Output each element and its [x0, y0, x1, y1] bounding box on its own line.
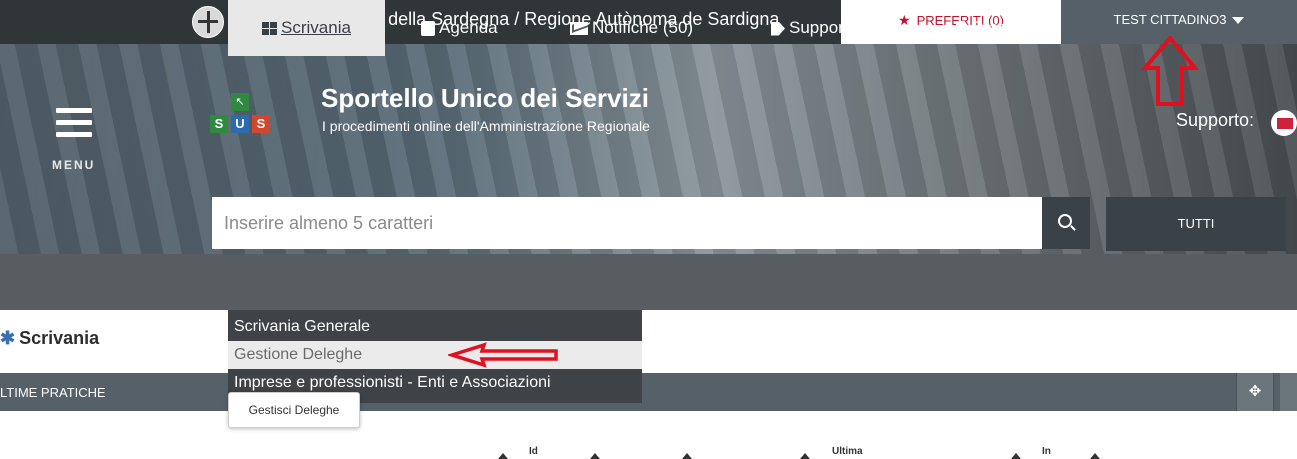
envelope-icon	[570, 22, 588, 36]
menu-item-scrivania-generale[interactable]: Scrivania Generale	[228, 313, 642, 341]
sort-icon[interactable]	[800, 453, 810, 459]
section-label: LTIME PRATICHE	[0, 385, 106, 400]
logo-letter: S	[252, 115, 270, 133]
dashboard-icon	[262, 21, 278, 36]
document-icon	[956, 21, 968, 37]
sus-logo[interactable]: ↖ S U S	[210, 93, 280, 143]
tab-supporto[interactable]: Supporto (0)	[771, 0, 884, 56]
hamburger-bar	[56, 108, 92, 113]
search-button[interactable]	[1042, 197, 1090, 249]
support-label: Supporto:	[1176, 110, 1255, 130]
hamburger-bar	[56, 132, 92, 137]
menu-item-gestione-deleghe[interactable]: Gestione Deleghe	[228, 341, 642, 369]
tab-label: Agenda	[439, 18, 498, 37]
sort-icon[interactable]	[590, 453, 600, 459]
tab-scrivania[interactable]: Scrivania	[228, 0, 385, 56]
sort-icon[interactable]	[1090, 453, 1100, 459]
scrivania-dropdown: Scrivania Generale Gestione Deleghe Impr…	[228, 310, 642, 403]
sort-icon[interactable]	[498, 453, 508, 459]
sort-icon[interactable]	[1011, 453, 1021, 459]
tab-label: Supporto (0)	[789, 18, 884, 37]
tab-label: Scrivania	[281, 18, 351, 37]
annotation-arrow-up-icon	[1140, 36, 1200, 106]
puzzle-icon: ✱	[0, 328, 16, 348]
tab-pratiche[interactable]: Pratiche	[956, 0, 1034, 56]
agenda-icon	[421, 21, 435, 37]
logo-letter: U	[231, 115, 249, 133]
tab-label: Pratiche	[972, 18, 1035, 37]
tooltip: Gestisci Deleghe	[228, 392, 360, 428]
section-action-button[interactable]	[1280, 373, 1297, 411]
search-scope-button[interactable]: TUTTI	[1106, 197, 1286, 251]
app-title: Sportello Unico dei Servizi	[321, 83, 649, 113]
search-input[interactable]	[212, 197, 1042, 249]
tab-agenda[interactable]: Agenda	[421, 0, 498, 56]
app-subtitle: I procedimenti online dell'Amministrazio…	[322, 118, 650, 134]
column-header[interactable]: Id	[529, 446, 538, 457]
section-header	[0, 373, 1297, 411]
tag-icon	[771, 21, 785, 36]
region-crest-icon	[192, 6, 224, 38]
move-icon[interactable]: ✥	[1236, 373, 1274, 411]
support-mail-icon[interactable]	[1271, 110, 1297, 136]
caret-down-icon	[1232, 17, 1245, 25]
column-header[interactable]: In	[1042, 446, 1051, 457]
sort-icon[interactable]	[682, 453, 692, 459]
main-nav	[0, 254, 1297, 310]
menu-label: MENU	[52, 158, 96, 172]
logo-letter: S	[210, 115, 228, 133]
column-header[interactable]: Ultima	[832, 446, 863, 457]
user-name: TEST CITTADINO3	[1113, 12, 1227, 27]
menu-button[interactable]: MENU	[52, 104, 122, 174]
star-icon: ★	[898, 12, 911, 28]
annotation-arrow-left-icon	[448, 342, 558, 368]
tab-notifiche[interactable]: Notifiche (50)	[570, 0, 693, 56]
cursor-arrow-icon: ↖	[231, 93, 249, 111]
tab-label: Notifiche (50)	[592, 18, 694, 37]
page-title: ✱ Scrivania	[0, 328, 99, 349]
page-title-text: Scrivania	[19, 328, 100, 348]
hamburger-bar	[56, 120, 92, 125]
